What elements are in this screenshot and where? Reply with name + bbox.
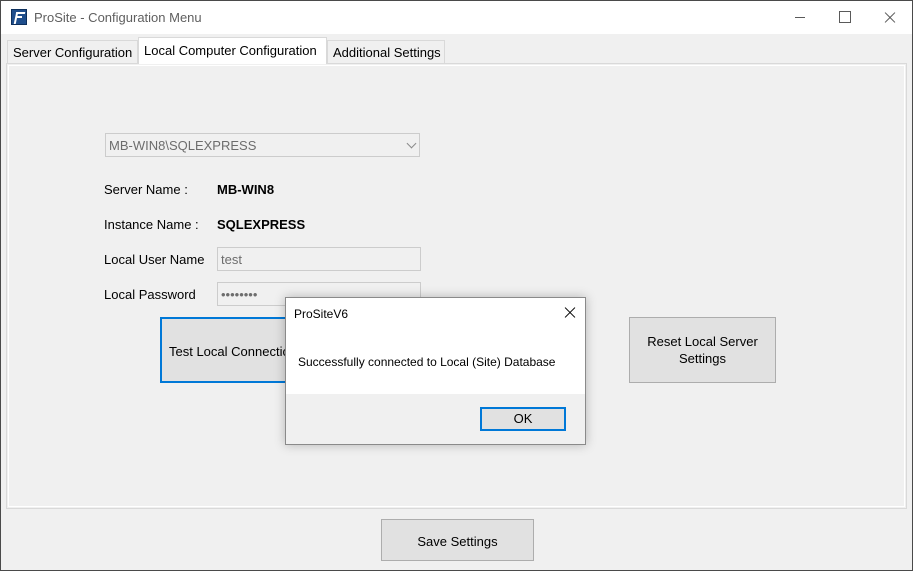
local-user-name-label: Local User Name — [104, 252, 205, 267]
dialog-message: Successfully connected to Local (Site) D… — [298, 355, 556, 369]
close-icon[interactable] — [867, 1, 913, 34]
save-settings-button[interactable]: Save Settings — [381, 519, 534, 561]
tab-additional-settings[interactable]: Additional Settings — [327, 40, 445, 64]
instance-name-value: SQLEXPRESS — [217, 217, 306, 232]
minimize-icon[interactable] — [776, 1, 822, 34]
tab-server-configuration[interactable]: Server Configuration — [7, 40, 138, 64]
instance-name-label: Instance Name : — [104, 217, 199, 232]
server-name-value: MB-WIN8 — [217, 182, 275, 197]
server-instance-value: MB-WIN8\SQLEXPRESS — [109, 138, 257, 153]
reset-local-server-settings-button[interactable]: Reset Local Server Settings — [629, 317, 776, 383]
local-user-name-field[interactable]: test — [217, 247, 421, 271]
server-name-label: Server Name : — [104, 182, 188, 197]
dialog-footer: OK — [286, 394, 585, 444]
reset-button-label: Reset Local Server Settings — [647, 334, 758, 366]
local-password-label: Local Password — [104, 287, 196, 302]
ok-button[interactable]: OK — [480, 407, 566, 431]
config-window: ProSite - Configuration Menu Server Conf… — [0, 0, 913, 571]
dialog-close-icon[interactable] — [561, 304, 579, 322]
tab-local-computer-configuration[interactable]: Local Computer Configuration — [138, 37, 327, 64]
title-bar[interactable]: ProSite - Configuration Menu — [1, 1, 912, 34]
message-dialog: ProSiteV6 Successfully connected to Loca… — [285, 297, 586, 445]
chevron-down-icon[interactable] — [407, 141, 415, 149]
dialog-title: ProSiteV6 — [294, 307, 349, 321]
window-title: ProSite - Configuration Menu — [34, 10, 202, 25]
server-instance-select[interactable]: MB-WIN8\SQLEXPRESS — [105, 133, 420, 157]
prosite-logo-icon — [11, 9, 27, 25]
maximize-icon[interactable] — [822, 1, 868, 34]
